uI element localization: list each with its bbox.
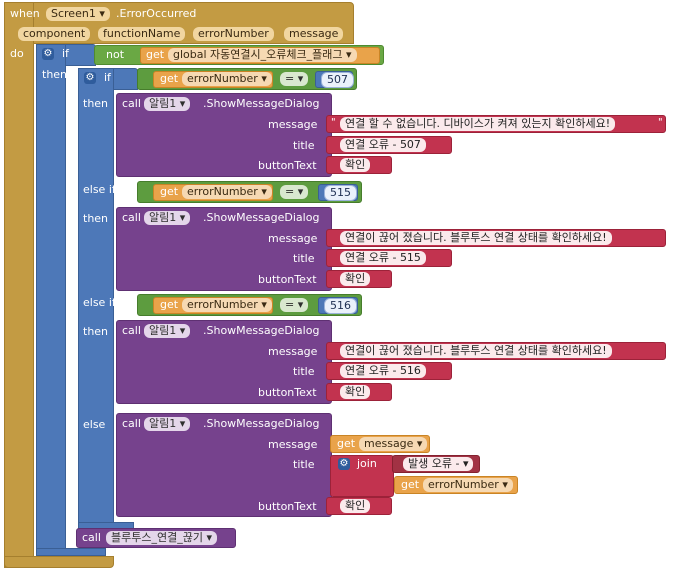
inner-if-label: if — [104, 71, 111, 84]
param-error-number[interactable]: errorNumber — [193, 27, 274, 41]
error-number-dropdown-2[interactable]: errorNumber ▾ — [182, 185, 272, 199]
param-function-name[interactable]: functionName — [98, 27, 186, 41]
title-label-3: title — [293, 365, 315, 378]
else-if-label-2: else if — [83, 183, 116, 196]
component-dropdown[interactable]: Screen1 ▾ — [46, 7, 110, 21]
button-text-4[interactable]: 확인 — [340, 499, 371, 513]
notifier-dropdown-2[interactable]: 알림1 ▾ — [144, 211, 191, 225]
button-text-2[interactable]: 확인 — [340, 272, 371, 286]
method-label-2: .ShowMessageDialog — [203, 211, 320, 224]
message-text-3[interactable]: 연결이 끊어 졌습니다. 블루투스 연결 상태를 확인하세요! — [340, 344, 612, 358]
button-text-1[interactable]: 확인 — [340, 158, 371, 172]
message-text-1[interactable]: 연결 할 수 없습니다. 디바이스가 켜져 있는지 확인하세요! — [340, 117, 616, 131]
else-label: else — [83, 418, 106, 431]
final-call-label: call — [82, 531, 101, 544]
eq-dropdown-1[interactable]: = ▾ — [280, 72, 309, 86]
error-number-dropdown-1[interactable]: errorNumber ▾ — [182, 72, 272, 86]
title-text-3[interactable]: 연결 오류 - 516 — [340, 364, 426, 378]
outer-if-left — [36, 44, 66, 554]
call-label-1: call — [122, 97, 141, 110]
event-name: .ErrorOccurred — [116, 7, 197, 20]
get-message-label: get — [337, 437, 356, 450]
button-label-2: buttonText — [258, 273, 317, 286]
eq-dropdown-2[interactable]: = ▾ — [280, 185, 309, 199]
event-block-left — [4, 2, 34, 568]
title-label-4: title — [293, 458, 315, 471]
join-label: join — [357, 457, 377, 470]
then-label-3: then — [83, 325, 109, 338]
get-label: get — [146, 48, 165, 61]
message-label-2: message — [268, 232, 318, 245]
title-text-1[interactable]: 연결 오류 - 507 — [340, 138, 426, 152]
message-label-1: message — [268, 118, 318, 131]
gear-icon-join[interactable]: ⚙ — [338, 458, 350, 470]
number-516[interactable]: 516 — [324, 298, 357, 314]
outer-if-label: if — [62, 47, 69, 60]
else-if-label-3: else if — [83, 296, 116, 309]
procedure-dropdown[interactable]: 블루투스_연결_끊기 ▾ — [106, 531, 217, 545]
button-label-4: buttonText — [258, 500, 317, 513]
method-label-4: .ShowMessageDialog — [203, 417, 320, 430]
then-label-1: then — [83, 97, 109, 110]
error-number-dropdown-3[interactable]: errorNumber ▾ — [182, 298, 272, 312]
when-label: when — [10, 7, 40, 20]
join-prefix-text[interactable]: 발생 오류 - ▾ — [403, 457, 474, 471]
get-label-3: get — [160, 298, 179, 311]
then-label-2: then — [83, 212, 109, 225]
call-label-2: call — [122, 211, 141, 224]
title-text-2[interactable]: 연결 오류 - 515 — [340, 251, 426, 265]
button-label-3: buttonText — [258, 386, 317, 399]
notifier-dropdown-3[interactable]: 알림1 ▾ — [144, 324, 191, 338]
button-label-1: buttonText — [258, 159, 317, 172]
outer-if-bottom — [36, 548, 106, 556]
gear-icon[interactable]: ⚙ — [42, 48, 54, 60]
param-component[interactable]: component — [18, 27, 91, 41]
quote-icon: " — [658, 117, 663, 128]
message-var-dropdown[interactable]: message ▾ — [359, 437, 428, 451]
get-label-4: get — [401, 478, 420, 491]
quote-icon: " — [331, 117, 336, 128]
number-507[interactable]: 507 — [321, 72, 354, 88]
do-label: do — [10, 47, 24, 60]
event-block-bottom — [4, 556, 114, 568]
global-var-dropdown[interactable]: global 자동연결시_오류체크_플래그 ▾ — [168, 48, 357, 62]
call-label-3: call — [122, 324, 141, 337]
not-label: not — [106, 48, 125, 61]
message-text-2[interactable]: 연결이 끊어 졌습니다. 블루투스 연결 상태를 확인하세요! — [340, 231, 612, 245]
notifier-dropdown-4[interactable]: 알림1 ▾ — [144, 417, 191, 431]
message-label-3: message — [268, 345, 318, 358]
get-label-1: get — [160, 72, 179, 85]
get-label-2: get — [160, 185, 179, 198]
outer-then-label: then — [42, 68, 68, 81]
number-515[interactable]: 515 — [324, 185, 357, 201]
title-label-1: title — [293, 139, 315, 152]
gear-icon-inner[interactable]: ⚙ — [84, 72, 96, 84]
eq-dropdown-3[interactable]: = ▾ — [280, 298, 309, 312]
method-label-3: .ShowMessageDialog — [203, 324, 320, 337]
error-var-dropdown[interactable]: errorNumber ▾ — [423, 478, 513, 492]
title-label-2: title — [293, 252, 315, 265]
method-label-1: .ShowMessageDialog — [203, 97, 320, 110]
message-label-4: message — [268, 438, 318, 451]
call-label-4: call — [122, 417, 141, 430]
button-text-3[interactable]: 확인 — [340, 385, 371, 399]
param-message[interactable]: message — [284, 27, 344, 41]
notifier-dropdown-1[interactable]: 알림1 ▾ — [144, 97, 191, 111]
